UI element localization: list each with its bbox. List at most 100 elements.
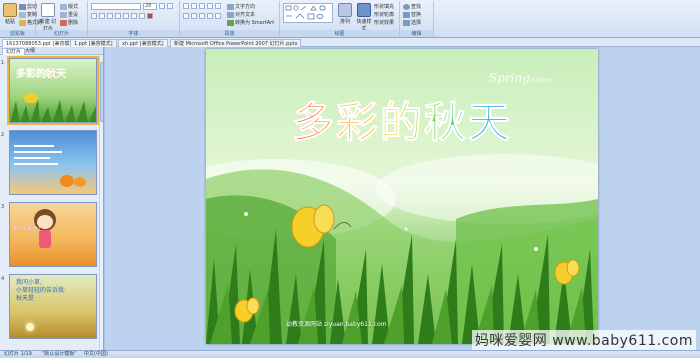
text-direction-button[interactable]: 文字方向 [227,3,255,10]
pumpkin-icon [74,177,86,187]
justify-button[interactable] [207,13,213,19]
ribbon-group-label: 字体 [88,30,179,37]
quick-styles-button[interactable]: 快速样式 [355,3,373,32]
shapes-gallery[interactable] [283,3,333,23]
replace-button[interactable]: 替换 [403,11,421,18]
ribbon-group-label: 幻灯片 [36,30,87,37]
shadow-button[interactable] [123,13,129,19]
slide-thumbnail[interactable]: 多彩的秋天 [7,56,99,125]
decrease-indent-button[interactable] [199,3,205,9]
arrange-button[interactable]: 排列 [336,3,354,25]
brush-icon [19,19,26,26]
slides-pane: 幻灯片 大纲 1 多彩的秋天 2 3 累什么颜色? 4 我问小草, 小草轻轻的告… [0,47,104,350]
ribbon-group-drawing: 排列 快速样式 形状填充 形状轮廓 形状效果 绘图 [280,1,400,37]
ribbon-group-label: 剪贴板 [0,30,35,37]
text-direction-icon [227,3,234,10]
theme-name: "默认设计模板" [42,351,77,357]
align-right-button[interactable] [199,13,205,19]
layout-button[interactable]: 版式 [60,3,78,10]
dandelion-icon [26,323,34,331]
underline-button[interactable] [107,13,113,19]
ribbon-group-clipboard: 粘贴 剪切 复制 格式刷 剪贴板 [0,1,42,37]
paste-icon [3,3,17,17]
shape-effects-button[interactable]: 形状效果 [374,19,394,26]
smartart-icon [227,19,234,26]
ribbon-group-paragraph: 文字方向 对齐文本 转换为 SmartArt 段落 [180,1,280,37]
font-name-select[interactable] [91,3,141,10]
increase-indent-button[interactable] [207,3,213,9]
font-color-button[interactable] [147,13,153,19]
thumbnail-title: 我问小草, 小草轻轻的告诉我: 秋天是 [16,279,67,302]
tab-outline[interactable]: 大纲 [22,48,38,55]
spring-decoration: Springmellow [489,71,552,85]
align-left-button[interactable] [183,13,189,19]
align-center-button[interactable] [191,13,197,19]
slide-counter: 幻灯片 1/19 [4,351,32,357]
text-line [14,151,62,153]
scrollbar-thumb[interactable] [100,62,103,122]
select-button[interactable]: 选择 [403,19,421,26]
ribbon-group-label: 编辑 [400,30,433,37]
bullets-button[interactable] [183,3,189,9]
slide-thumbnail[interactable]: 我问小草, 小草轻轻的告诉我: 秋天是 [9,274,97,339]
document-tabs: 16137088053.ppt [兼容模式] 1.ppt [兼容模式] xh.p… [0,38,700,47]
doc-tab[interactable]: 新建 Microsoft Office PowerPoint 2007 幻灯片.… [170,39,302,47]
font-size-select[interactable]: 28 [143,3,157,10]
strikethrough-button[interactable] [115,13,121,19]
line-spacing-button[interactable] [215,3,221,9]
shape-fill-button[interactable]: 形状填充 [374,3,394,10]
girl-dress-icon [39,230,51,248]
find-button[interactable]: 查找 [403,3,421,10]
thumbnail-title: 多彩的秋天 [16,69,66,80]
shape-outline-button[interactable]: 形状轮廓 [374,11,394,18]
select-icon [403,19,410,26]
grow-font-button[interactable] [159,3,165,9]
slide-thumbnail[interactable] [9,130,97,195]
ribbon: 粘贴 剪切 复制 格式刷 剪贴板 新建 幻灯片 版式 重设 删除 幻灯片 28 … [0,0,700,38]
thumbnail-list: 1 多彩的秋天 2 3 累什么颜色? 4 我问小草, 小草轻轻的告诉我: 秋天是 [0,56,103,350]
quick-styles-icon [357,3,371,17]
copy-button[interactable]: 复制 [19,11,37,18]
new-slide-button[interactable]: 新建 幻灯片 [38,3,58,32]
cut-button[interactable]: 剪切 [19,3,37,10]
pane-tabs: 幻灯片 大纲 [0,47,103,55]
copy-icon [19,11,26,18]
thumbnail-number: 4 [1,276,5,282]
status-bar: 幻灯片 1/19 "默认设计模板" 中文(中国) [0,350,700,358]
delete-slide-button[interactable]: 删除 [60,19,78,26]
slide-title[interactable]: 多彩的秋天 [262,89,542,150]
find-icon [403,3,410,10]
char-spacing-button[interactable] [131,13,137,19]
bold-button[interactable] [91,13,97,19]
change-case-button[interactable] [139,13,145,19]
thumbnail-number: 3 [1,204,5,210]
ribbon-group-label: 段落 [180,30,279,37]
align-text-icon [227,11,234,18]
replace-icon [403,11,410,18]
numbering-button[interactable] [191,3,197,9]
language-indicator: 中文(中国) [84,351,108,357]
slide-credit: 幼教资源网站 ziyuan.baby611.com [286,321,387,328]
reset-button[interactable]: 重设 [60,11,78,18]
slide-canvas[interactable]: Springmellow 多彩的秋天 幼教资源网站 ziyuan.baby611… [206,49,598,344]
doc-tab[interactable]: xh.ppt [兼容模式] [118,39,168,47]
shrink-font-button[interactable] [167,3,173,9]
paste-button[interactable]: 粘贴 [2,3,18,25]
new-slide-icon [41,3,55,17]
columns-button[interactable] [215,13,221,19]
thumbnail-scrollbar[interactable] [99,56,103,350]
ribbon-group-editing: 查找 替换 选择 编辑 [400,1,434,37]
doc-tab[interactable]: 16137088053.ppt [兼容模式] [2,39,81,47]
doc-tab[interactable]: 1.ppt [兼容模式] [70,39,117,47]
slide-thumbnail[interactable]: 累什么颜色? [9,202,97,267]
italic-button[interactable] [99,13,105,19]
shapes-gallery-icon [285,5,326,20]
arrange-icon [338,3,352,17]
align-text-button[interactable]: 对齐文本 [227,11,255,18]
slide-editor: Springmellow 多彩的秋天 幼教资源网站 ziyuan.baby611… [105,47,700,350]
text-line [14,157,50,159]
pumpkin-icon [60,175,74,187]
site-watermark: 妈咪爱婴网 www.baby611.com [471,330,696,350]
smartart-button[interactable]: 转换为 SmartArt [227,19,274,26]
thumbnail-number: 2 [1,132,5,138]
